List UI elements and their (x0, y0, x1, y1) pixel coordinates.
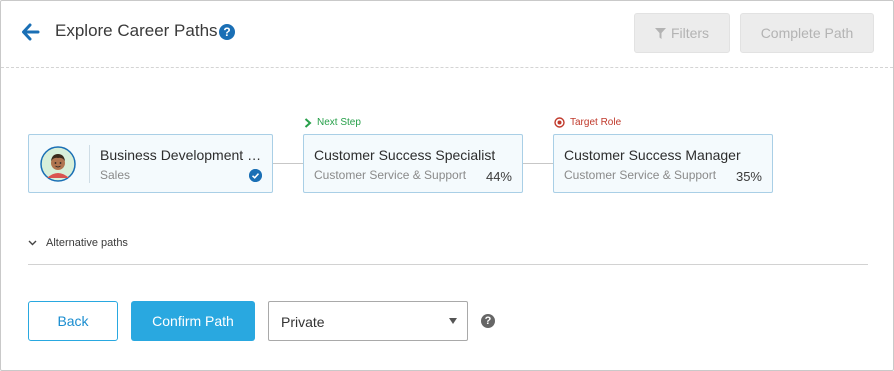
filter-icon (654, 27, 666, 39)
filters-label: Filters (670, 25, 710, 41)
target-role-tag: Target Role (554, 117, 621, 128)
back-button[interactable]: Back (28, 301, 118, 341)
header: Explore Career Paths ? Filters Complete … (1, 1, 893, 68)
avatar (40, 146, 76, 182)
confirm-path-button[interactable]: Confirm Path (131, 301, 255, 341)
chevron-right-icon (304, 117, 312, 128)
next-step-title: Customer Success Specialist (314, 147, 496, 163)
visibility-select[interactable]: Private (268, 301, 468, 341)
target-role-title: Customer Success Manager (564, 147, 741, 163)
target-role-card[interactable]: Customer Success Manager Customer Servic… (553, 134, 773, 193)
filters-button[interactable]: Filters (634, 13, 730, 53)
next-step-label: Next Step (317, 117, 361, 128)
path-connector (273, 163, 303, 164)
next-step-card[interactable]: Customer Success Specialist Customer Ser… (303, 134, 523, 193)
alternative-paths-label: Alternative paths (46, 237, 128, 249)
next-step-subtitle: Customer Service & Support (314, 168, 467, 182)
help-icon[interactable]: ? (219, 24, 235, 40)
target-role-match: 35% (735, 169, 762, 184)
help-icon[interactable]: ? (481, 314, 495, 328)
current-role-subtitle: Sales (100, 168, 131, 182)
caret-down-icon (449, 318, 457, 324)
target-icon (554, 117, 565, 128)
check-circle-icon (249, 169, 262, 182)
career-paths-panel: Explore Career Paths ? Filters Complete … (0, 0, 894, 371)
card-divider (89, 145, 90, 183)
chevron-down-icon (28, 240, 37, 246)
target-role-label: Target Role (570, 117, 622, 128)
page-title: Explore Career Paths (55, 21, 218, 40)
alternative-paths-toggle[interactable]: Alternative paths (28, 237, 128, 249)
next-step-tag: Next Step (304, 117, 361, 128)
section-divider (28, 264, 868, 265)
complete-path-button[interactable]: Complete Path (740, 13, 874, 53)
target-role-subtitle: Customer Service & Support (564, 168, 717, 182)
path-connector (523, 163, 553, 164)
current-role-title: Business Development R... (100, 147, 262, 163)
visibility-value: Private (281, 314, 325, 330)
back-arrow-icon[interactable] (21, 22, 41, 42)
next-step-match: 44% (485, 169, 512, 184)
current-role-card[interactable]: Business Development R... Sales (28, 134, 273, 193)
